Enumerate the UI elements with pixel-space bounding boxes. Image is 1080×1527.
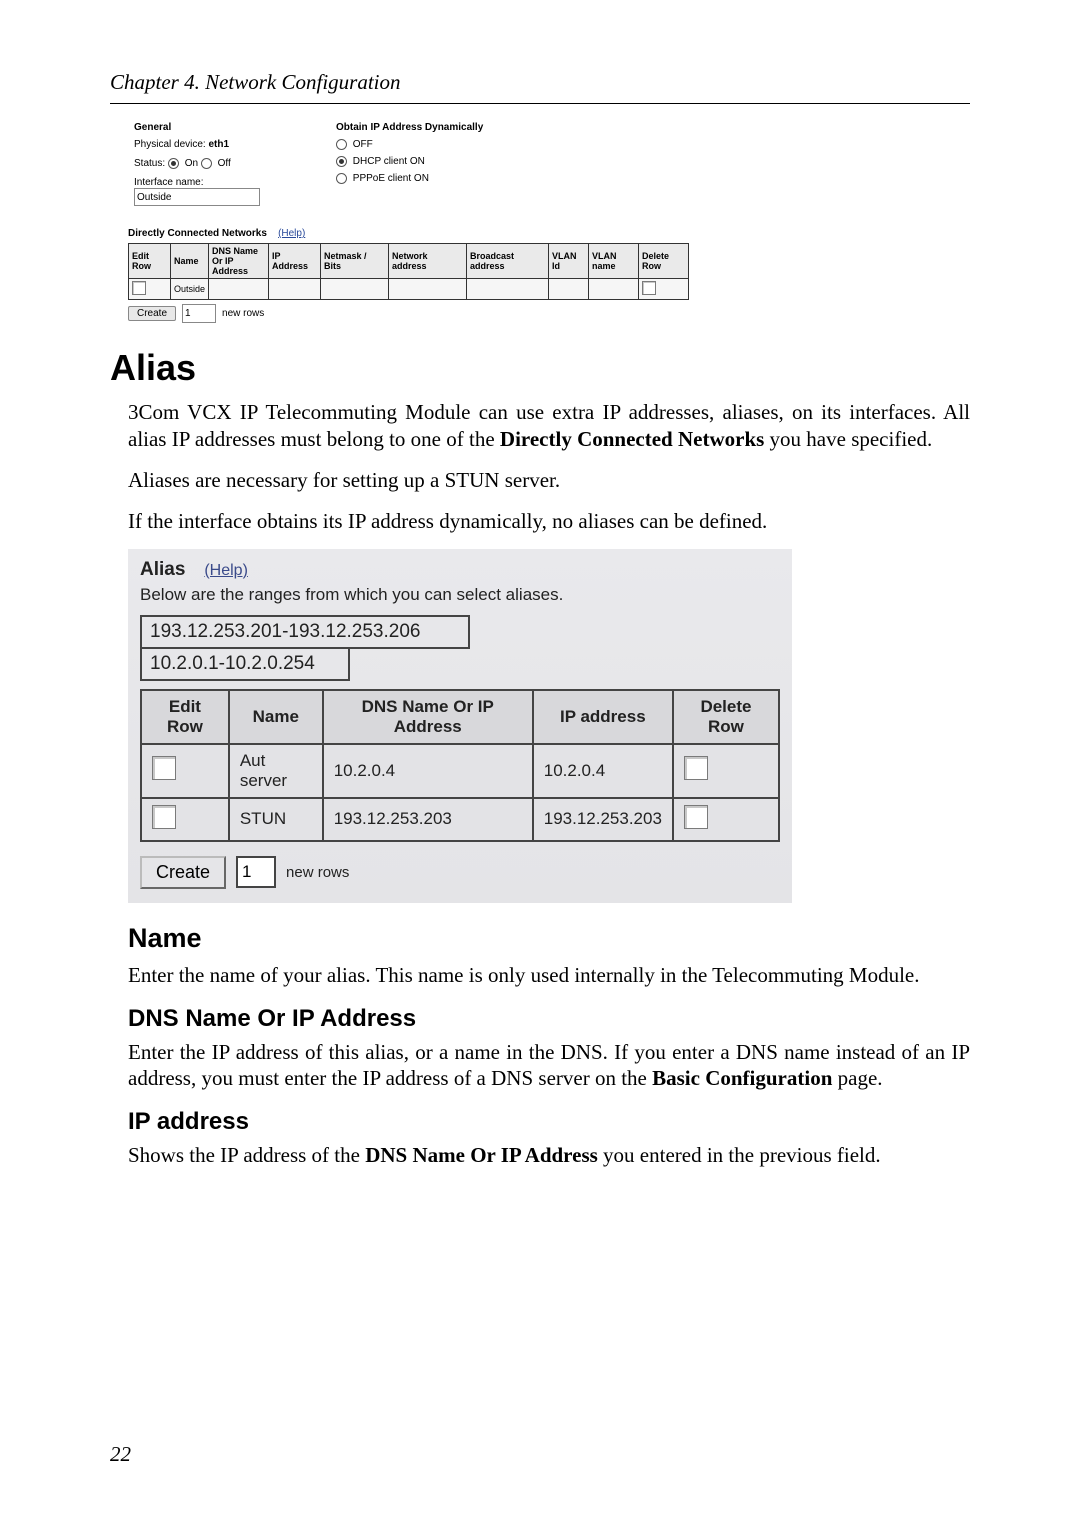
dns-paragraph: Enter the IP address of this alias, or a… xyxy=(128,1039,970,1093)
alias-create-qty[interactable] xyxy=(236,856,276,888)
dyn-dhcp-radio[interactable] xyxy=(336,156,347,167)
physical-device-value: eth1 xyxy=(208,139,229,150)
alias-delete-checkbox[interactable] xyxy=(684,756,708,780)
dyn-off-label: OFF xyxy=(353,139,373,150)
alias-table: Edit Row Name DNS Name Or IP Address IP … xyxy=(140,689,780,842)
dcn-delete-checkbox[interactable] xyxy=(642,281,656,295)
alias-panel-desc: Below are the ranges from which you can … xyxy=(140,585,780,605)
interface-name-label: Interface name: xyxy=(134,177,324,188)
dcn-table: Edit Row Name DNS Name Or IP Address IP … xyxy=(128,243,689,300)
ip-paragraph: Shows the IP address of the DNS Name Or … xyxy=(128,1142,970,1169)
dcn-new-rows-label: new rows xyxy=(222,308,264,319)
dcn-h-dns: DNS Name Or IP Address xyxy=(209,244,269,279)
alias-new-rows-label: new rows xyxy=(286,864,349,881)
dyn-off-radio[interactable] xyxy=(336,139,347,150)
page: Chapter 4. Network Configuration General… xyxy=(0,0,1080,1527)
alias-row-dns: 193.12.253.203 xyxy=(323,798,533,841)
alias-edit-checkbox[interactable] xyxy=(152,756,176,780)
dcn-row: Outside xyxy=(129,279,689,300)
dcn-h-vlanname: VLAN name xyxy=(589,244,639,279)
page-number: 22 xyxy=(110,1442,131,1467)
alias-h-del: Delete Row xyxy=(673,690,779,744)
alias-delete-checkbox[interactable] xyxy=(684,805,708,829)
dcn-h-net: Network address xyxy=(389,244,467,279)
dcn-create-qty[interactable] xyxy=(182,304,216,323)
alias-row-name: Aut server xyxy=(229,744,323,798)
status-on-label: On xyxy=(185,158,198,169)
dcn-create-button[interactable]: Create xyxy=(128,306,176,321)
chapter-header: Chapter 4. Network Configuration xyxy=(110,70,970,95)
interface-name-input[interactable] xyxy=(134,188,260,206)
dyn-pppoe-radio[interactable] xyxy=(336,173,347,184)
status-off-radio[interactable] xyxy=(201,158,212,169)
alias-panel-screenshot: Alias (Help) Below are the ranges from w… xyxy=(128,549,792,903)
dns-subheading: DNS Name Or IP Address xyxy=(128,1005,970,1033)
alias-table-header: Edit Row Name DNS Name Or IP Address IP … xyxy=(141,690,779,744)
alias-paragraph-2: Aliases are necessary for setting up a S… xyxy=(128,467,970,494)
alias-help-link[interactable]: (Help) xyxy=(204,562,248,579)
dyn-pppoe-label: PPPoE client ON xyxy=(353,173,429,184)
alias-h-ip: IP address xyxy=(533,690,673,744)
dcn-h-name: Name xyxy=(171,244,209,279)
alias-paragraph-1: 3Com VCX IP Telecommuting Module can use… xyxy=(128,399,970,453)
alias-panel-title: Alias xyxy=(140,559,185,580)
alias-range-2: 10.2.0.1-10.2.0.254 xyxy=(140,647,350,681)
alias-row-name: STUN xyxy=(229,798,323,841)
status-off-label: Off xyxy=(218,158,231,169)
dcn-h-edit: Edit Row xyxy=(129,244,171,279)
alias-h-edit: Edit Row xyxy=(141,690,229,744)
dcn-header-row: Edit Row Name DNS Name Or IP Address IP … xyxy=(129,244,689,279)
dcn-h-ip: IP Address xyxy=(269,244,321,279)
alias-row-ip: 10.2.0.4 xyxy=(533,744,673,798)
dcn-h-del: Delete Row xyxy=(639,244,689,279)
divider xyxy=(110,103,970,104)
physical-device-label: Physical device: xyxy=(134,139,206,150)
ip-subheading: IP address xyxy=(128,1108,970,1136)
alias-row-dns: 10.2.0.4 xyxy=(323,744,533,798)
status-on-radio[interactable] xyxy=(168,158,179,169)
general-heading: General xyxy=(134,122,324,133)
status-label: Status: xyxy=(134,158,165,169)
alias-row-ip: 193.12.253.203 xyxy=(533,798,673,841)
dcn-help-link[interactable]: (Help) xyxy=(278,228,305,239)
alias-h-name: Name xyxy=(229,690,323,744)
dynamic-heading: Obtain IP Address Dynamically xyxy=(336,122,682,133)
dyn-dhcp-label: DHCP client ON xyxy=(353,156,425,167)
dcn-h-vlanid: VLAN Id xyxy=(549,244,589,279)
dcn-h-mask: Netmask / Bits xyxy=(321,244,389,279)
dcn-edit-checkbox[interactable] xyxy=(132,281,146,295)
alias-h-dns: DNS Name Or IP Address xyxy=(323,690,533,744)
alias-paragraph-3: If the interface obtains its IP address … xyxy=(128,508,970,535)
alias-range-1: 193.12.253.201-193.12.253.206 xyxy=(140,615,470,649)
dcn-h-bcast: Broadcast address xyxy=(467,244,549,279)
alias-row-1: Aut server 10.2.0.4 10.2.0.4 xyxy=(141,744,779,798)
alias-heading: Alias xyxy=(110,347,970,389)
alias-edit-checkbox[interactable] xyxy=(152,805,176,829)
general-settings-screenshot: General Physical device: eth1 Status: On… xyxy=(128,118,688,323)
dcn-row-name: Outside xyxy=(171,279,209,300)
name-subheading: Name xyxy=(128,923,970,954)
name-paragraph: Enter the name of your alias. This name … xyxy=(128,962,970,989)
alias-row-2: STUN 193.12.253.203 193.12.253.203 xyxy=(141,798,779,841)
dcn-heading: Directly Connected Networks xyxy=(128,228,267,239)
alias-create-button[interactable]: Create xyxy=(140,856,226,889)
